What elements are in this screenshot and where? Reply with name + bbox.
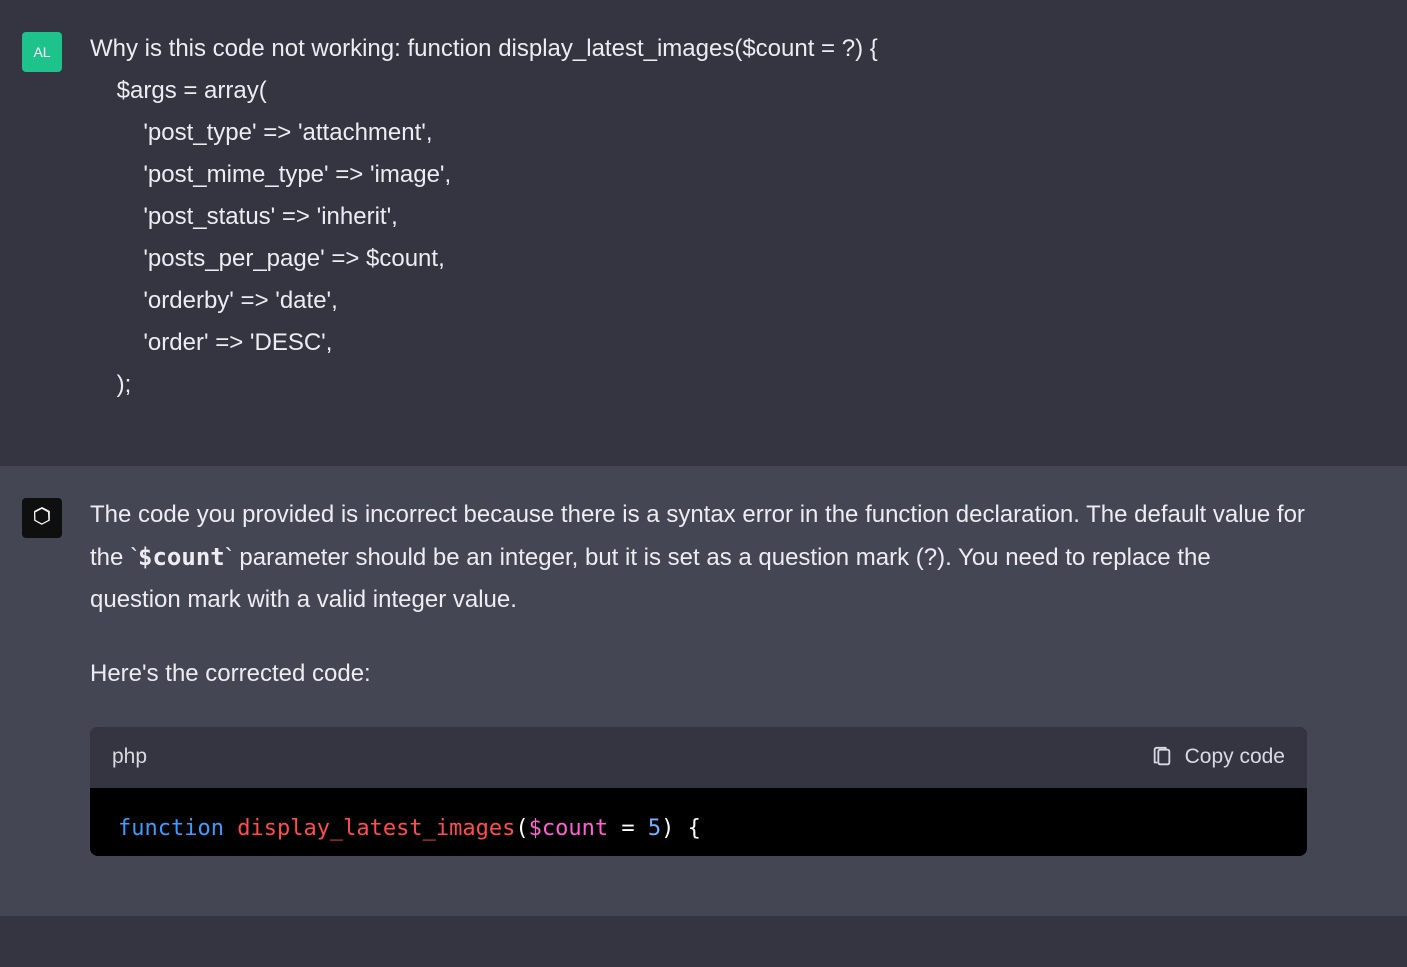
- assistant-paragraph-2: Here's the corrected code:: [90, 653, 1307, 695]
- code-block-header: php Copy code: [90, 727, 1307, 788]
- code-token-rparen-brace: ) {: [661, 816, 701, 841]
- inline-code-count: $count: [138, 543, 225, 571]
- user-message-content: Why is this code not working: function d…: [90, 28, 1307, 406]
- backtick-close: `: [225, 544, 233, 571]
- code-token-variable: $count: [529, 816, 608, 841]
- code-token-lparen: (: [515, 816, 528, 841]
- code-token-keyword: function: [118, 816, 224, 841]
- user-avatar: AL: [22, 32, 62, 72]
- assistant-message-row: The code you provided is incorrect becau…: [0, 466, 1407, 916]
- assistant-text-1b: parameter should be an integer, but it i…: [90, 544, 1211, 613]
- clipboard-icon: [1151, 746, 1173, 768]
- code-block: php Copy code function display_latest_im…: [90, 727, 1307, 856]
- assistant-message-content: The code you provided is incorrect becau…: [90, 494, 1307, 856]
- openai-logo-icon: [29, 505, 55, 531]
- code-token-number: 5: [648, 816, 661, 841]
- assistant-avatar: [22, 498, 62, 538]
- assistant-paragraph-1: The code you provided is incorrect becau…: [90, 494, 1307, 621]
- user-message-text: Why is this code not working: function d…: [90, 28, 1307, 406]
- copy-code-button[interactable]: Copy code: [1151, 739, 1285, 776]
- code-block-body: function display_latest_images($count = …: [90, 788, 1307, 857]
- backtick-open: `: [130, 544, 138, 571]
- user-message-row: AL Why is this code not working: functio…: [0, 0, 1407, 466]
- code-token-equals: =: [608, 816, 648, 841]
- code-token-function: display_latest_images: [237, 816, 515, 841]
- copy-code-label: Copy code: [1185, 739, 1285, 776]
- code-language-label: php: [112, 739, 147, 776]
